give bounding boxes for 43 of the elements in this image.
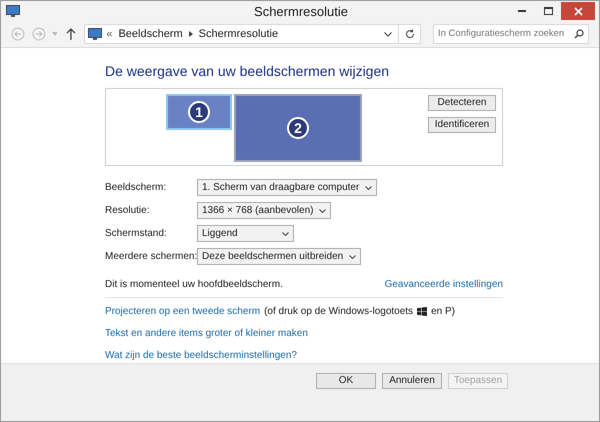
setting-label: Schermstand: <box>105 227 168 241</box>
dropdown[interactable]: Liggend <box>197 225 294 242</box>
monitor-number: 1 <box>188 101 210 123</box>
chevron-icon <box>188 31 193 38</box>
caret-icon <box>349 254 356 258</box>
status-text: Dit is momenteel uw hoofdbeeldscherm. <box>105 278 283 292</box>
monitor-tile[interactable]: 1 <box>166 94 232 130</box>
windows-logo-icon <box>417 307 428 316</box>
project-sentence: Projecteren op een tweede scherm (of druk op de Windows-logotoets en P) <box>105 304 455 319</box>
search-icon <box>574 29 584 40</box>
dropdown[interactable]: Deze beeldschermen uitbreiden <box>197 248 362 265</box>
address-bar[interactable]: « Beeldscherm Schermresolutie <box>84 24 421 44</box>
detect-button[interactable]: Detecteren <box>428 95 496 111</box>
dropdown[interactable]: 1366 × 768 (aanbevolen) <box>197 202 332 219</box>
window-title: Schermresolutie <box>253 2 349 21</box>
caret-icon <box>319 208 326 212</box>
dropdown[interactable]: 1. Scherm van draagbare computer <box>197 179 378 196</box>
identify-button[interactable]: Identificeren <box>428 117 496 133</box>
setting-label: Beeldscherm: <box>105 181 168 195</box>
monitor-icon <box>6 5 20 18</box>
up-arrow-icon[interactable] <box>66 28 76 40</box>
advanced-settings-link[interactable]: Geavanceerde instellingen <box>384 277 503 292</box>
refresh-icon[interactable] <box>404 29 414 40</box>
close-button[interactable] <box>561 2 595 20</box>
breadcrumb-overflow[interactable]: « <box>106 26 112 43</box>
search-field[interactable]: In Configuratiescherm zoeken <box>433 24 589 44</box>
caret-icon <box>282 232 289 236</box>
breadcrumb[interactable]: Beeldscherm <box>118 26 183 43</box>
close-icon <box>574 6 582 16</box>
monitor-icon <box>88 28 102 40</box>
page-heading: De weergave van uw beeldschermen wijzigen <box>105 62 390 81</box>
help-link[interactable]: Tekst en andere items groter of kleiner maken <box>105 326 308 341</box>
setting-label: Meerdere schermen: <box>105 250 197 264</box>
monitor-number: 2 <box>287 117 309 139</box>
help-link[interactable]: Wat zijn de beste beeldscherminstellingen? <box>105 348 297 363</box>
ok-button[interactable]: OK <box>316 373 376 389</box>
setting-label: Resolutie: <box>105 204 150 218</box>
project-link[interactable]: Projecteren op een tweede scherm <box>105 304 260 319</box>
dropdown-caret-icon[interactable] <box>384 32 392 37</box>
breadcrumb[interactable]: Schermresolutie <box>198 26 278 43</box>
monitor-tile[interactable]: 2 <box>234 94 362 162</box>
cancel-button[interactable]: Annuleren <box>382 373 442 389</box>
caret-icon <box>365 186 372 190</box>
